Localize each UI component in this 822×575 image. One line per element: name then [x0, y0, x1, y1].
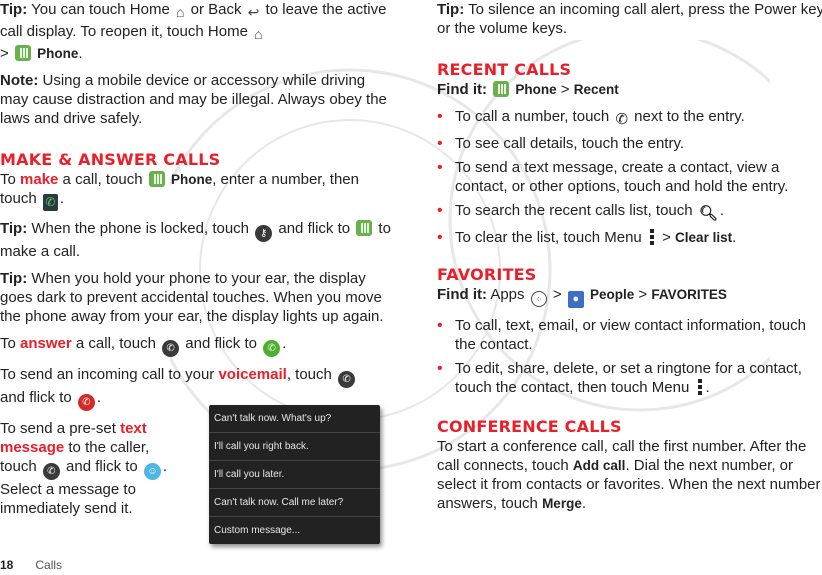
list-item: To see call details, touch the entry.: [437, 134, 822, 153]
make-call-text: To make a call, touch Phone, enter a num…: [0, 171, 359, 211]
list-item: To search the recent calls list, touch 🔍…: [437, 201, 822, 223]
recent-find-it: Find it: Phone > Recent: [437, 81, 619, 98]
list-item: To call, text, email, or view contact in…: [437, 316, 822, 354]
list-item: To edit, share, delete, or set a rington…: [437, 359, 822, 397]
quick-response-item[interactable]: Can't talk now. What's up?: [209, 405, 380, 433]
phone-app-icon: [14, 45, 31, 61]
tip-silence: Tip: To silence an incoming call alert, …: [437, 1, 822, 37]
driving-note: Note: Using a mobile device or accessory…: [0, 72, 387, 127]
page-footer: 18 Calls: [0, 556, 62, 575]
phone-app-icon: [493, 81, 510, 97]
phone-app-icon: [356, 220, 373, 236]
section-heading-recent-calls: RECENT CALLS: [437, 60, 572, 79]
tip-proximity: Tip: When you hold your phone to your ea…: [0, 270, 384, 325]
favorites-list: To call, text, email, or view contact in…: [437, 316, 822, 397]
apps-icon: ⁘: [530, 291, 547, 307]
ignore-icon: ✆: [77, 394, 95, 411]
unlock-key-icon: ⚷: [255, 225, 273, 242]
handset-icon: ✆: [615, 111, 629, 128]
section-heading-conference: CONFERENCE CALLS: [437, 417, 622, 436]
answer-icon: ✆: [263, 340, 281, 357]
menu-icon: [697, 379, 702, 395]
search-icon: 🔍︎: [698, 205, 718, 222]
text-reply-icon: ☺: [143, 463, 161, 480]
quick-response-item[interactable]: I'll call you right back.: [209, 433, 380, 461]
incoming-call-icon: ✆: [338, 371, 356, 388]
incoming-call-icon: ✆: [42, 463, 60, 480]
page-number: 18: [0, 558, 14, 572]
home-icon: ⌂: [254, 26, 263, 42]
quick-response-item[interactable]: Custom message...: [209, 517, 380, 544]
back-icon: ↩: [247, 4, 260, 20]
section-heading-favorites: FAVORITES: [437, 265, 537, 284]
tip-home-back: Tip: You can touch Home ⌂ or Back ↩ to l…: [0, 1, 387, 62]
quick-response-item[interactable]: I'll call you later.: [209, 461, 380, 489]
list-item: To send a text message, create a contact…: [437, 158, 822, 196]
answer-call-text: To answer a call, touch ✆ and flick to ✆…: [0, 334, 395, 357]
recent-calls-list: To call a number, touch ✆ next to the en…: [437, 107, 822, 247]
incoming-call-icon: ✆: [162, 340, 180, 357]
tip-locked: Tip: When the phone is locked, touch ⚷ a…: [0, 220, 391, 260]
quick-response-item[interactable]: Can't talk now. Call me later?: [209, 489, 380, 517]
section-heading-make-answer: MAKE & ANSWER CALLS: [0, 150, 221, 169]
section-name: Calls: [35, 558, 63, 572]
list-item: To call a number, touch ✆ next to the en…: [437, 107, 822, 129]
conference-text: To start a conference call, call the fir…: [437, 438, 821, 512]
right-column: Tip: To silence an incoming call alert, …: [437, 0, 822, 521]
text-message-reply-text: To send a pre-set text message to the ca…: [0, 420, 168, 517]
quick-response-menu: Can't talk now. What's up? I'll call you…: [209, 405, 380, 544]
favorites-find-it: Find it: Apps ⁘ > ● People > FAVORITES: [437, 285, 822, 308]
menu-icon: [649, 229, 654, 245]
list-item: To clear the list, touch Menu > Clear li…: [437, 228, 822, 247]
home-icon: ⌂: [176, 4, 185, 20]
dial-button-icon: ✆: [42, 194, 58, 211]
phone-app-icon: [148, 171, 165, 187]
people-app-icon: ●: [567, 291, 584, 308]
